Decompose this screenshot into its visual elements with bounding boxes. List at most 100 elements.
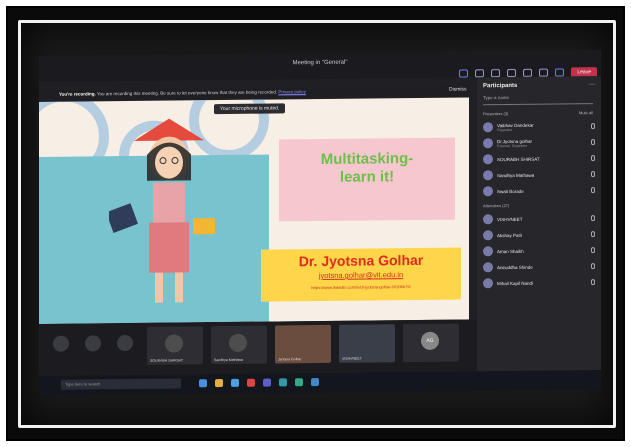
video-tile-label: Jyotsna Golhar [278,357,302,362]
privacy-policy-link[interactable]: Privacy policy [278,89,306,94]
participant-name-text: Aniruddha Shinde [497,264,533,270]
avatar [483,138,493,149]
participant-name: Aniruddha Shinde [497,264,587,270]
mic-icon [591,171,595,178]
taskbar-search-input[interactable]: Type here to search [61,378,181,390]
avatar [483,262,493,273]
video-tile-label: SOURABH SHIRSAT [150,358,184,363]
participant-name-text: VISHVNEET [497,216,523,222]
participant-name-text: SOURABH SHIRSAT [497,156,540,162]
avatar [85,335,101,352]
slide-title: Multitasking- learn it! [284,150,450,188]
video-tile[interactable]: Jyotsna Golhar [275,324,331,364]
video-tile[interactable]: VISHVNEET [339,324,395,363]
avatar [117,334,133,352]
participant-search-input[interactable]: Type a name [483,94,593,106]
participant-row[interactable]: Akshay Patil [483,226,595,243]
video-tile[interactable]: AG [403,323,459,363]
participant-name: SOURABH SHIRSAT [497,156,587,162]
muted-toast: Your microphone is muted. [214,103,286,115]
teams-app-icon[interactable] [263,378,271,387]
mic-icon [591,187,595,194]
raise-hand-icon[interactable] [523,68,533,77]
mic-icon [591,123,595,130]
mic-icon [591,247,595,254]
mic-icon [591,139,595,146]
mute-all-button[interactable]: Mute all [579,110,593,115]
participant-role: Organizer [497,127,513,132]
participant-name-text: Akshay Patil [497,232,522,238]
participants-icon[interactable] [555,68,565,77]
video-tile-label: Sandhya Mathawa [214,357,243,363]
participant-name-text: Mihail Kapil Nandi [497,280,534,286]
mic-icon[interactable] [475,69,485,78]
avatar [483,170,493,181]
avatar [229,333,247,352]
taskbar-app-icon[interactable] [311,378,319,387]
avatar [483,230,493,241]
participant-name: Dr.Jyotsna golhar External, Organizer [497,138,587,148]
taskbar-app-icon[interactable] [215,379,223,388]
video-icon[interactable] [459,69,469,78]
avatar [483,214,493,225]
chat-icon[interactable] [539,68,549,77]
mic-icon [591,215,595,222]
avatar [483,278,493,289]
taskbar-app-icon[interactable] [295,378,303,387]
participant-row[interactable]: Sandhya Mathawa [483,166,595,183]
participant-role: External, Organizer [497,143,528,148]
recording-title: You're recording. [59,91,96,97]
dismiss-button[interactable]: Dismiss [449,86,467,92]
avatar: AG [421,331,439,350]
video-tile-label: VISHVNEET [342,356,362,361]
avatar [165,334,183,353]
participant-name: VISHVNEET [497,216,587,222]
participant-name-text: Vaibhav Dandekar [497,122,534,128]
participants-panel: Participants ⋯ Type a name Presenters (3… [477,76,601,392]
presenters-header: Presenters (3) [483,111,509,117]
participant-row[interactable]: Dr.Jyotsna golhar External, Organizer [483,134,595,151]
video-strip: SOURABH SHIRSAT Sandhya Mathawa Jyotsna … [39,319,477,376]
teams-window: Meeting in "General" Leave You're record… [39,50,601,396]
recording-message: You are recording this meeting. Be sure … [96,89,278,97]
participant-name-text: Sandhya Mathawa [497,172,535,178]
mic-icon [591,263,595,270]
taskbar-app-icon[interactable] [279,378,287,387]
attendees-header: Attendees (27) [483,203,510,209]
shared-slide: Your microphone is muted. Multitasking- … [39,97,469,324]
more-options-icon[interactable]: ⋯ [589,81,595,88]
more-icon[interactable] [507,68,517,78]
photo-frame: Meeting in "General" Leave You're record… [6,6,625,441]
participant-name-text: Aman Shaikh [497,248,524,254]
participant-row[interactable]: Swati Borade [483,182,595,199]
avatar [483,246,493,257]
taskbar-app-icon[interactable] [247,378,255,387]
video-tile[interactable]: Sandhya Mathawa [211,325,267,365]
presenters-list: Vaibhav Dandekar Organizer Dr.Jyotsna golh… [483,118,595,199]
taskbar-app-icon[interactable] [199,379,207,388]
participant-name: Mihail Kapil Nandi [497,280,587,286]
participant-name: Aman Shaikh [497,248,587,254]
participant-name: Swati Borade [497,188,587,194]
mic-icon [591,279,595,286]
avatar [483,154,493,165]
presenter-name: Dr. Jyotsna Golhar [298,251,424,270]
participant-row[interactable]: Aniruddha Shinde [483,258,595,275]
participant-name: Akshay Patil [497,232,587,238]
avatar [483,122,493,133]
taskbar-app-icon[interactable] [231,378,239,387]
attendees-list: VISHVNEET Akshay Patil Aman Shaikh Aniruddh… [483,210,595,291]
video-tile[interactable]: SOURABH SHIRSAT [147,326,203,365]
camera-icon[interactable] [53,335,69,352]
participant-row[interactable]: Mihail Kapil Nandi [483,274,595,291]
participant-name: Vaibhav Dandekar Organizer [497,122,587,132]
participant-row[interactable]: SOURABH SHIRSAT [483,150,595,167]
participant-row[interactable]: Aman Shaikh [483,242,595,259]
share-icon[interactable] [491,69,501,78]
mic-icon [591,155,595,162]
participant-name-text: Swati Borade [497,188,524,194]
participant-row[interactable]: Vaibhav Dandekar Organizer [483,118,595,135]
slide-title-line1: Multitasking- [320,150,414,168]
participant-name: Sandhya Mathawa [497,172,587,178]
participant-row[interactable]: VISHVNEET [483,210,595,227]
